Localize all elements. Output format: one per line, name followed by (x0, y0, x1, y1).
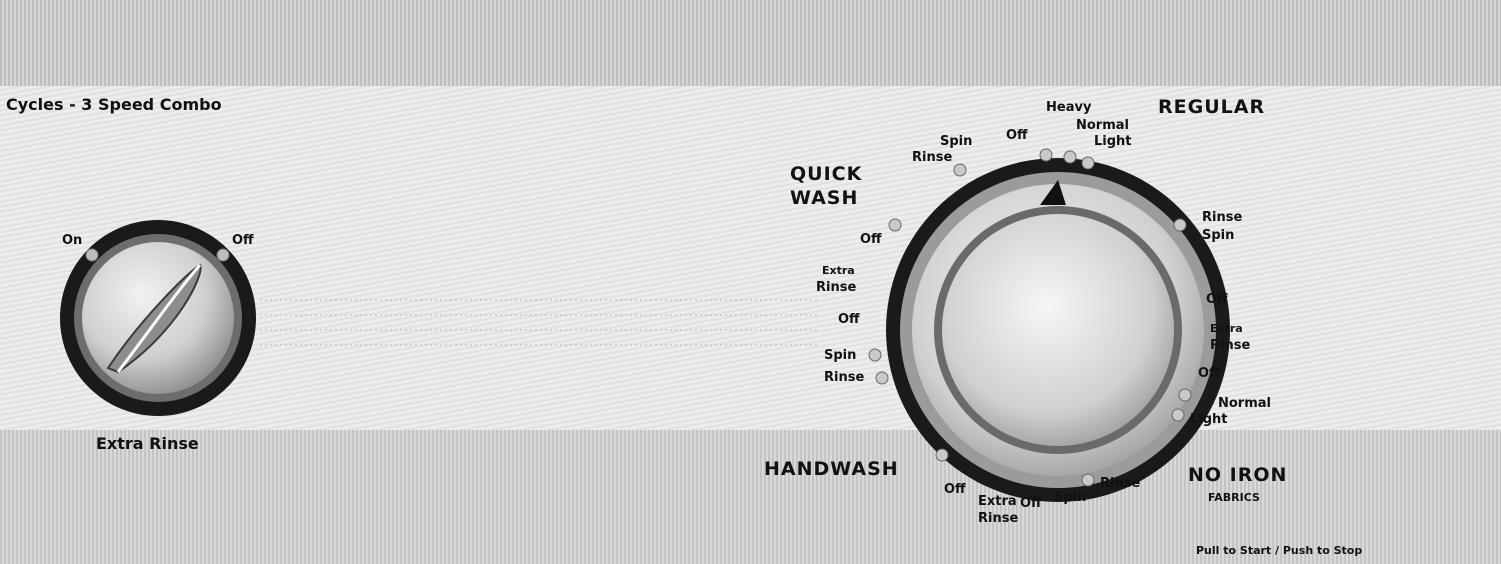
mark-right-off-2: Off (1198, 366, 1220, 381)
mark-left-extra: Extra (822, 264, 855, 277)
mark-bot-rinse: Rinse (978, 511, 1019, 526)
mark-top-normal: Normal (1076, 118, 1129, 133)
mark-left-rinse: Rinse (816, 280, 857, 295)
mark-top-light: Light (1094, 134, 1132, 149)
mark-qw-rinse: Rinse (912, 150, 953, 165)
mark-left-off-2: Off (838, 312, 860, 327)
off-marker-icon (216, 248, 230, 262)
section-quick-wash: QUICK WASH (790, 163, 863, 209)
mark-right-spin: Spin (1202, 228, 1235, 243)
section-no-iron-sub: FABRICS (1208, 491, 1260, 504)
mark-top-off: Off (1006, 128, 1028, 143)
on-marker-icon (85, 248, 99, 262)
leader-lines (260, 299, 820, 346)
mark-bot-spin: Spin (1054, 490, 1087, 505)
extra-rinse-on-label: On (62, 233, 83, 248)
mark-right-rinse-2: Rinse (1210, 338, 1251, 353)
footer-hint: Pull to Start / Push to Stop (1196, 544, 1363, 557)
mark-bot-off-1: Off (944, 482, 966, 497)
mark-bot-off-2: Off (1020, 496, 1042, 511)
mark-right-extra: Extra (1210, 322, 1243, 335)
mark-top-heavy: Heavy (1046, 100, 1092, 115)
mark-right-off-1: Off (1206, 292, 1228, 307)
mark-left-rinse-2: Rinse (824, 370, 865, 385)
section-handwash: HANDWASH (764, 458, 899, 480)
extra-rinse-off-label: Off (232, 233, 254, 248)
section-regular: REGULAR (1158, 96, 1266, 118)
extra-rinse-label: Extra Rinse (96, 434, 199, 453)
mark-right-normal: Normal (1218, 396, 1271, 411)
section-no-iron: NO IRON (1188, 464, 1288, 486)
mark-bot-extra: Extra (978, 494, 1017, 509)
mark-qw-spin: Spin (940, 134, 973, 149)
mark-right-light: Light (1190, 412, 1228, 427)
mark-bot-rinse-2: Rinse (1100, 476, 1141, 491)
mark-right-rinse: Rinse (1202, 210, 1243, 225)
mark-left-off-1: Off (860, 232, 882, 247)
mark-left-spin: Spin (824, 348, 857, 363)
